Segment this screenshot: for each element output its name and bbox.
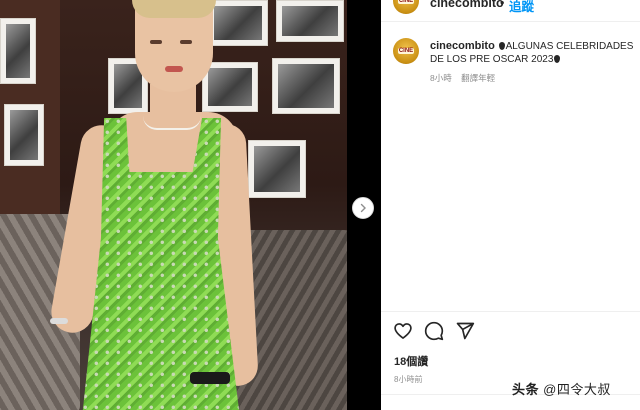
wall-frame (202, 62, 258, 112)
post-photo[interactable] (0, 0, 347, 410)
watermark: 头条 @四令大叔 (512, 379, 611, 398)
translate-link[interactable]: 翻譯年輕 (461, 73, 495, 83)
caption-time: 8小時 (430, 73, 452, 83)
comment-button[interactable] (423, 320, 445, 342)
watermark-platform: 头条 (512, 382, 540, 397)
actions-divider (381, 311, 640, 312)
like-button[interactable] (392, 320, 414, 342)
heart-icon (394, 323, 412, 339)
figure-hair (132, 0, 216, 18)
likes-count[interactable]: 18個讚 (394, 353, 428, 369)
figure-eye (150, 40, 162, 44)
chevron-right-icon (360, 203, 366, 213)
caption-avatar[interactable]: CINE (393, 38, 419, 64)
drop-emoji-icon (554, 55, 561, 63)
drop-emoji-icon (498, 42, 505, 50)
wall-frame (208, 0, 268, 46)
header-divider (381, 21, 640, 22)
caption-meta: 8小時 翻譯年輕 (430, 72, 495, 84)
wall-frame (272, 58, 340, 114)
post-side-panel: CINE cinecombito • 追蹤 CINE cinecombito A… (381, 0, 640, 410)
post-caption: cinecombito ALGUNAS CELEBRIDADES DE LOS … (430, 40, 638, 66)
next-photo-button[interactable] (352, 197, 374, 219)
send-icon (456, 322, 475, 340)
wall-frame (248, 140, 306, 198)
figure-lips (165, 66, 183, 72)
wall-frame (0, 18, 36, 84)
avatar-logo-text: CINE (397, 0, 415, 4)
caption-username[interactable]: cinecombito (430, 40, 495, 52)
follow-button[interactable]: 追蹤 (509, 0, 534, 15)
share-button[interactable] (454, 320, 476, 342)
wall-frame (276, 0, 344, 42)
wall-frame (4, 104, 44, 166)
watermark-handle: @四令大叔 (543, 382, 611, 397)
necklace (143, 116, 201, 130)
wrist-band (190, 372, 230, 384)
comment-icon (424, 321, 444, 341)
header-separator: • (500, 0, 505, 10)
header-avatar[interactable]: CINE (393, 0, 419, 14)
posted-time: 8小時前 (394, 375, 423, 384)
avatar-logo-text: CINE (397, 48, 415, 54)
figure-eye (180, 40, 192, 44)
header-username[interactable]: cinecombito (430, 0, 504, 10)
bracelet (50, 318, 68, 324)
